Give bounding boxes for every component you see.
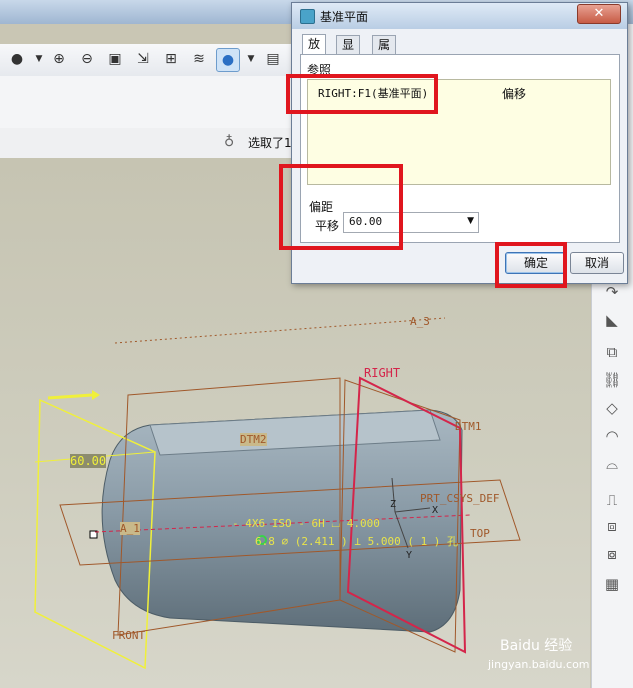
csys-x-label: X bbox=[432, 505, 439, 516]
tab-placement[interactable]: 放置 bbox=[302, 34, 327, 69]
csys-y-label: Y bbox=[406, 550, 413, 561]
a1-label[interactable]: A_1 bbox=[120, 522, 140, 535]
view-manager-icon[interactable]: ⊞ bbox=[160, 48, 182, 70]
highlight-offset bbox=[279, 164, 403, 250]
tab-display[interactable]: 显示 bbox=[336, 35, 361, 70]
csys-label[interactable]: PRT_CSYS_DEF bbox=[420, 492, 499, 505]
selection-filter-icon[interactable]: ♁ bbox=[224, 134, 234, 150]
mirror-tool-icon[interactable]: ⎍ bbox=[600, 488, 624, 512]
merge-tool-icon[interactable]: ⧈ bbox=[600, 514, 624, 538]
close-button[interactable]: ✕ bbox=[577, 4, 621, 24]
reorient-icon[interactable]: ⇲ bbox=[132, 48, 154, 70]
zoom-in-icon[interactable]: ⊕ bbox=[48, 48, 70, 70]
a3-label[interactable]: A_3 bbox=[410, 315, 430, 328]
datum-plane-icon bbox=[300, 9, 315, 24]
zoom-out-icon[interactable]: ⊖ bbox=[76, 48, 98, 70]
watermark-url: jingyan.baidu.com bbox=[488, 658, 590, 671]
dropdown-icon[interactable]: ▼ bbox=[28, 48, 50, 70]
layers-icon[interactable]: ≋ bbox=[188, 48, 210, 70]
dialog-titlebar[interactable]: 基准平面 ✕ bbox=[292, 3, 627, 29]
boundary-tool-icon[interactable]: ⌓ bbox=[600, 452, 624, 476]
draft-tool-icon[interactable]: ◇ bbox=[600, 396, 624, 420]
highlight-ok-button bbox=[495, 242, 567, 288]
baidu-watermark: Baidu 经验 bbox=[500, 638, 573, 654]
dialog-title: 基准平面 bbox=[320, 10, 369, 24]
display-style-icon[interactable]: ● bbox=[216, 48, 240, 72]
direction-arrowhead bbox=[92, 390, 100, 400]
refit-icon[interactable]: ▣ bbox=[104, 48, 126, 70]
front-plane-label[interactable]: FRONT bbox=[112, 629, 145, 642]
hole-note-line1[interactable]: - 4X6 ISO - 6H ⌴ 4.000 bbox=[232, 517, 380, 531]
csys-z-label: Z bbox=[390, 499, 397, 510]
dimension-value[interactable]: 60.00 bbox=[70, 454, 107, 468]
secondary-toolbar bbox=[0, 76, 292, 129]
dtm2-label[interactable]: DTM2 bbox=[240, 433, 267, 446]
surface-tool-icon[interactable]: ◠ bbox=[600, 424, 624, 448]
tab-properties[interactable]: 属性 bbox=[372, 35, 397, 70]
cancel-button[interactable]: 取消 bbox=[570, 252, 624, 274]
shell-tool-icon[interactable]: ⧉ bbox=[600, 340, 624, 364]
saved-views-icon[interactable]: ▤ bbox=[262, 48, 284, 70]
highlight-reference bbox=[286, 74, 438, 114]
reference-type[interactable]: 偏移 bbox=[502, 85, 526, 102]
selection-status-text: 选取了1 bbox=[248, 136, 292, 150]
rib-tool-icon[interactable]: ⛓ bbox=[600, 368, 624, 392]
dtm1-label[interactable]: DTM1 bbox=[455, 420, 482, 433]
right-plane-label[interactable]: RIGHT bbox=[364, 366, 400, 380]
main-toolbar: ● ▼ ⊕ ⊖ ▣ ⇲ ⊞ ≋ ● ▼ ▤ bbox=[0, 44, 292, 77]
hole-note-line2[interactable]: 6.8 ⌀ (2.411 ) ⊥ 5.000 ( 1 ) 孔 bbox=[255, 533, 458, 549]
pattern-tool-icon[interactable]: ▦ bbox=[600, 572, 624, 596]
shading-icon[interactable]: ● bbox=[6, 48, 28, 70]
chevron-down-icon[interactable]: ▼ bbox=[467, 216, 474, 226]
axis-a3-line bbox=[114, 317, 446, 344]
direction-arrow bbox=[47, 393, 93, 400]
top-plane-label[interactable]: TOP bbox=[470, 527, 490, 540]
intersect-tool-icon[interactable]: ⧇ bbox=[600, 542, 624, 566]
chamfer-tool-icon[interactable]: ◣ bbox=[600, 308, 624, 332]
dropdown-icon[interactable]: ▼ bbox=[240, 48, 262, 70]
